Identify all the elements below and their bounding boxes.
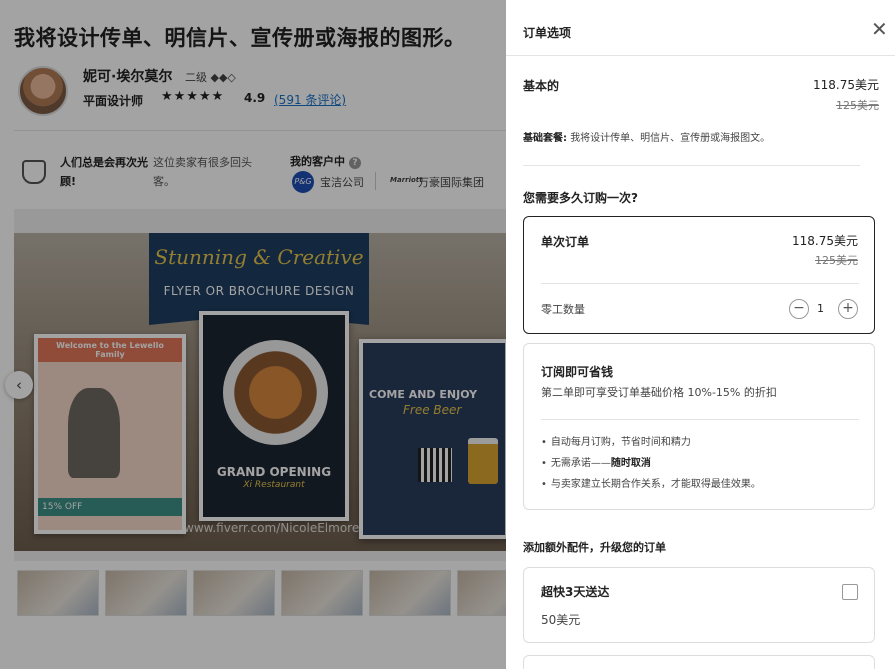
subscribe-option[interactable]: 订阅即可省钱 第二单即可享受订单基础价格 10%-15% 的折扣 自动每月订购，… — [523, 343, 875, 510]
package-desc-label: 基础套餐: — [523, 133, 567, 144]
divider — [541, 419, 859, 420]
package-description: 基础套餐: 我将设计传单、明信片、宣传册或海报图文。 — [523, 129, 770, 144]
extra-checkbox[interactable] — [842, 584, 858, 600]
divider — [541, 283, 859, 284]
list-item: 与卖家建立长期合作关系，才能取得最佳效果。 — [541, 479, 761, 500]
close-icon[interactable]: ✕ — [871, 17, 888, 41]
modal-backdrop[interactable] — [0, 0, 506, 669]
single-order-price: 118.75美元 — [792, 234, 858, 248]
panel-header: 订单选项 ✕ — [506, 0, 895, 56]
quantity-increase-button[interactable]: + — [838, 299, 858, 319]
subscribe-title: 订阅即可省钱 — [541, 365, 614, 379]
single-order-option[interactable]: 单次订单 118.75美元 125美元 零工数量 − 1 + — [523, 216, 875, 334]
extra-price: 50美元 — [541, 613, 581, 627]
frequency-title: 您需要多久订购一次? — [523, 191, 638, 205]
quantity-label: 零工数量 — [541, 303, 585, 316]
benefit-bold-text: 随时取消 — [610, 458, 651, 469]
single-order-old-price: 125美元 — [815, 254, 858, 267]
subscribe-benefits: 自动每月订购，节省时间和精力 无需承诺——随时取消 与卖家建立长期合作关系，才能… — [541, 437, 761, 500]
single-order-name: 单次订单 — [541, 235, 590, 249]
list-item: 无需承诺——随时取消 — [541, 458, 761, 479]
package-name: 基本的 — [523, 79, 560, 93]
package-price: 118.75美元 — [813, 78, 879, 92]
extra-name: 超快3天送达 — [541, 585, 610, 599]
panel-title: 订单选项 — [523, 26, 572, 40]
quantity-value: 1 — [817, 302, 824, 315]
extras-title: 添加额外配件，升级您的订单 — [523, 541, 666, 554]
package-desc-text: 我将设计传单、明信片、宣传册或海报图文。 — [570, 133, 771, 144]
list-item: 自动每月订购，节省时间和精力 — [541, 437, 761, 458]
extra-option-fast-delivery[interactable]: 超快3天送达 50美元 — [523, 567, 875, 643]
subscribe-description: 第二单即可享受订单基础价格 10%-15% 的折扣 — [541, 386, 777, 399]
divider — [523, 165, 860, 166]
package-old-price: 125美元 — [836, 99, 879, 112]
benefit-text: 无需承诺—— — [550, 458, 611, 469]
quantity-decrease-button[interactable]: − — [789, 299, 809, 319]
order-options-panel: 订单选项 ✕ 基本的 118.75美元 125美元 基础套餐: 我将设计传单、明… — [506, 0, 895, 669]
extra-option[interactable] — [523, 655, 875, 669]
